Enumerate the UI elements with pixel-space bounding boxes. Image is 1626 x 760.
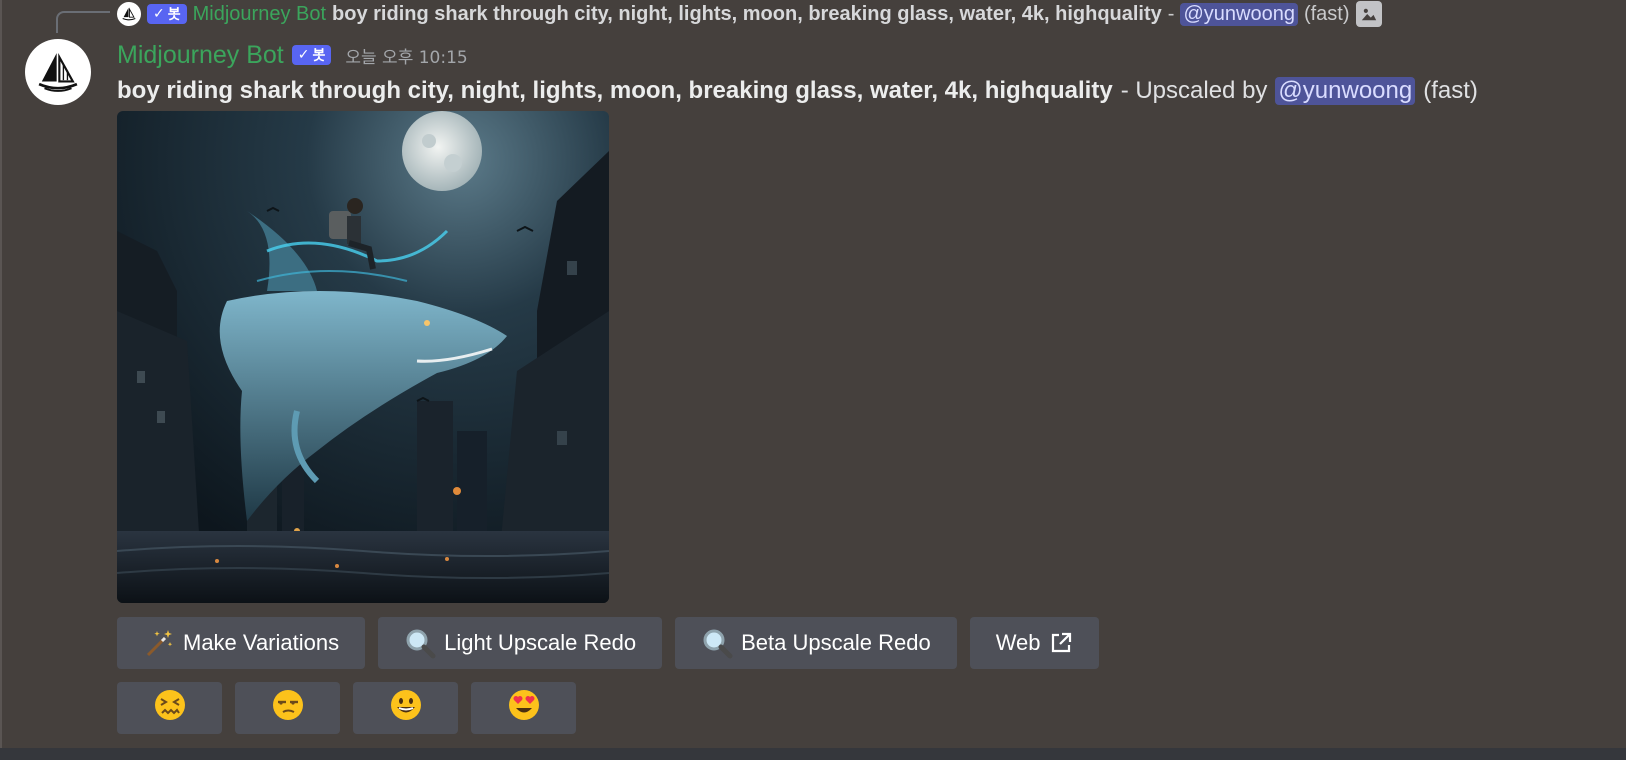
reply-prompt[interactable]: boy riding shark through city, night, li… bbox=[332, 3, 1162, 26]
reply-spine bbox=[56, 11, 110, 33]
bot-badge-label: 봇 bbox=[167, 7, 181, 23]
reaction-confounded-button[interactable] bbox=[117, 682, 222, 734]
reaction-heart-eyes-button[interactable] bbox=[471, 682, 576, 734]
magnifier-icon bbox=[701, 627, 733, 659]
make-variations-button[interactable]: Make Variations bbox=[117, 617, 366, 669]
author-name[interactable]: Midjourney Bot bbox=[117, 41, 284, 70]
make-variations-label: Make Variations bbox=[183, 630, 340, 655]
light-upscale-redo-button[interactable]: Light Upscale Redo bbox=[378, 617, 663, 669]
confounded-face-icon bbox=[153, 688, 187, 728]
checkmark-icon: ✓ bbox=[153, 6, 165, 22]
sailboat-icon bbox=[122, 7, 136, 21]
external-link-icon bbox=[1049, 631, 1073, 655]
web-button[interactable]: Web bbox=[969, 617, 1099, 669]
speed-label: (fast) bbox=[1423, 77, 1478, 104]
author-avatar[interactable] bbox=[25, 39, 91, 105]
bot-badge-label: 봇 bbox=[312, 48, 326, 64]
bottom-divider bbox=[0, 748, 1626, 760]
reaction-unamused-button[interactable] bbox=[235, 682, 340, 734]
magnifier-icon bbox=[404, 627, 436, 659]
beta-upscale-redo-label: Beta Upscale Redo bbox=[741, 630, 931, 655]
bot-badge: ✓ 봇 bbox=[147, 4, 187, 24]
message-header: Midjourney Bot ✓ 봇 오늘 오후 10:15 bbox=[117, 38, 468, 72]
message-area: ✓ 봇 Midjourney Bot boy riding shark thro… bbox=[0, 0, 1626, 748]
generated-image[interactable] bbox=[117, 111, 609, 603]
reply-speed: (fast) bbox=[1303, 2, 1350, 25]
user-mention[interactable]: @yunwoong bbox=[1275, 77, 1416, 105]
checkmark-icon: ✓ bbox=[297, 47, 310, 63]
upscaled-by-text: - Upscaled by bbox=[1120, 77, 1268, 104]
reaction-buttons bbox=[117, 682, 576, 734]
image-icon bbox=[1355, 1, 1382, 27]
light-upscale-redo-label: Light Upscale Redo bbox=[444, 630, 637, 655]
reply-mention[interactable]: @yunwoong bbox=[1180, 2, 1298, 26]
reply-avatar[interactable] bbox=[117, 2, 141, 26]
magic-wand-icon bbox=[143, 627, 175, 659]
sailboat-icon bbox=[38, 52, 78, 92]
reaction-grinning-button[interactable] bbox=[353, 682, 458, 734]
message-prompt: boy riding shark through city, night, li… bbox=[117, 77, 1113, 104]
action-buttons: Make Variations Light Upscale Redo Beta … bbox=[117, 617, 1099, 669]
reply-author[interactable]: Midjourney Bot bbox=[193, 3, 326, 26]
web-label: Web bbox=[995, 630, 1041, 655]
heart-eyes-face-icon bbox=[507, 688, 541, 728]
bot-badge: ✓ 봇 bbox=[291, 45, 332, 65]
reply-dash: - bbox=[1167, 2, 1175, 25]
grinning-face-icon bbox=[389, 688, 423, 728]
timestamp[interactable]: 오늘 오후 10:15 bbox=[345, 43, 467, 68]
reply-reference[interactable]: ✓ 봇 Midjourney Bot boy riding shark thro… bbox=[117, 0, 1382, 28]
message-content: boy riding shark through city, night, li… bbox=[117, 74, 1478, 108]
unamused-face-icon bbox=[271, 688, 305, 728]
beta-upscale-redo-button[interactable]: Beta Upscale Redo bbox=[675, 617, 957, 669]
